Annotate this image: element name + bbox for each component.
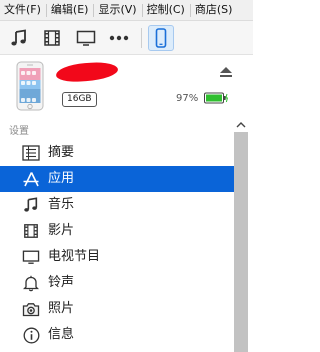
tv-icon [22, 250, 40, 264]
sidebar-item-tones[interactable]: 铃声 [0, 270, 234, 296]
sidebar-item-summary[interactable]: 摘要 [0, 140, 234, 166]
movies-button[interactable] [39, 25, 65, 51]
menu-edit[interactable]: 编辑(E) [47, 0, 94, 20]
settings-section-label: 设置 [9, 126, 29, 137]
sidebar-item-label: 照片 [48, 301, 75, 316]
bell-icon [23, 275, 39, 291]
menu-controls[interactable]: 控制(C) [143, 0, 190, 20]
more-icon [109, 35, 129, 41]
sidebar-item-tv-shows[interactable]: 电视节目 [0, 244, 234, 270]
music-icon [11, 29, 26, 46]
menu-file[interactable]: 文件(F) [0, 0, 46, 20]
media-toolbar [0, 21, 253, 55]
device-name-redacted [56, 60, 122, 82]
device-thumbnail-icon [16, 61, 44, 111]
apps-icon [23, 172, 39, 187]
info-icon [23, 327, 39, 343]
sidebar-item-label: 音乐 [48, 197, 75, 212]
sidebar-item-label: 电视节目 [48, 249, 101, 264]
menu-store[interactable]: 商店(S) [191, 0, 238, 20]
sidebar-item-label: 摘要 [48, 145, 75, 160]
sidebar-item-apps[interactable]: 应用 [0, 166, 234, 192]
scroll-up-button[interactable] [234, 119, 248, 131]
menu-bar: 文件(F) 编辑(E) 显示(V) 控制(C) 商店(S) [0, 0, 253, 21]
more-button[interactable] [106, 25, 132, 51]
sidebar-item-label: 铃声 [48, 275, 75, 290]
camera-icon [22, 302, 40, 316]
scrollbar-track[interactable] [234, 132, 248, 352]
iphone-icon [155, 28, 167, 48]
film-icon [44, 30, 60, 46]
battery-icon [204, 92, 228, 104]
eject-icon[interactable] [219, 66, 233, 78]
film-icon [24, 224, 38, 238]
tv-button[interactable] [73, 25, 99, 51]
music-button[interactable] [6, 25, 32, 51]
chevron-up-icon [236, 122, 246, 128]
sidebar-item-movies[interactable]: 影片 [0, 218, 234, 244]
battery-percent: 97% [176, 93, 199, 104]
settings-nav-list: 摘要 应用 音乐 影片 电视节目 铃声 照片 信息 [0, 140, 234, 348]
sidebar-item-music[interactable]: 音乐 [0, 192, 234, 218]
toolbar-divider [141, 28, 142, 48]
sidebar-item-photos[interactable]: 照片 [0, 296, 234, 322]
summary-icon [22, 145, 40, 161]
sidebar-item-info[interactable]: 信息 [0, 322, 234, 348]
tv-icon [76, 30, 96, 46]
sidebar-item-label: 影片 [48, 223, 75, 238]
device-header: 16GB 97% [0, 55, 253, 117]
capacity-badge: 16GB [62, 92, 97, 107]
sidebar-item-label: 信息 [48, 327, 75, 342]
device-button[interactable] [148, 25, 174, 51]
menu-view[interactable]: 显示(V) [94, 0, 141, 20]
music-icon [24, 197, 38, 212]
sidebar-item-label: 应用 [48, 171, 75, 186]
